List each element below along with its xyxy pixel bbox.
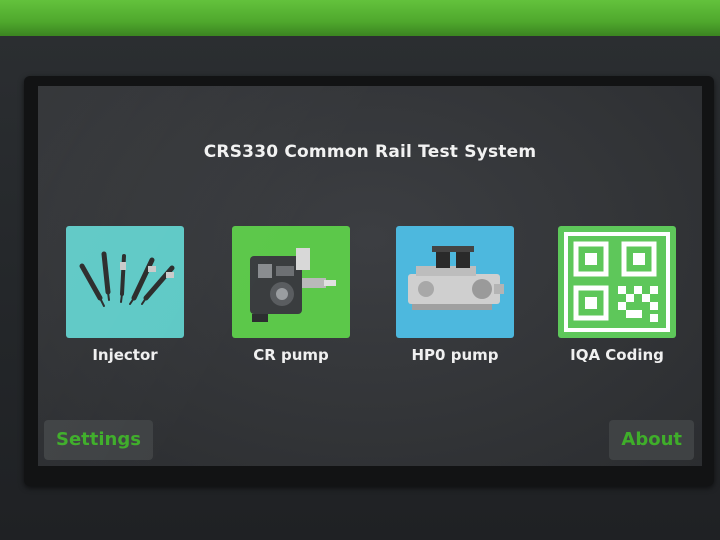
hp0-pump-label: HP0 pump — [411, 346, 499, 364]
cr-pump-icon — [250, 248, 336, 322]
hp0-pump-icon — [408, 246, 504, 310]
iqa-coding-button[interactable] — [558, 226, 676, 338]
injector-button[interactable] — [66, 226, 184, 338]
about-button[interactable]: About — [609, 420, 694, 460]
device-housing-top — [0, 0, 720, 36]
qr-code-icon — [564, 232, 670, 332]
settings-button[interactable]: Settings — [44, 420, 153, 460]
cr-pump-label: CR pump — [253, 346, 329, 364]
injector-label: Injector — [92, 346, 158, 364]
main-screen: CRS330 Common Rail Test System Injector … — [38, 86, 702, 466]
cr-pump-button[interactable] — [232, 226, 350, 338]
injector-icon — [79, 251, 175, 307]
hp0-pump-button[interactable] — [396, 226, 514, 338]
page-title: CRS330 Common Rail Test System — [203, 142, 537, 162]
iqa-coding-label: IQA Coding — [570, 346, 664, 364]
